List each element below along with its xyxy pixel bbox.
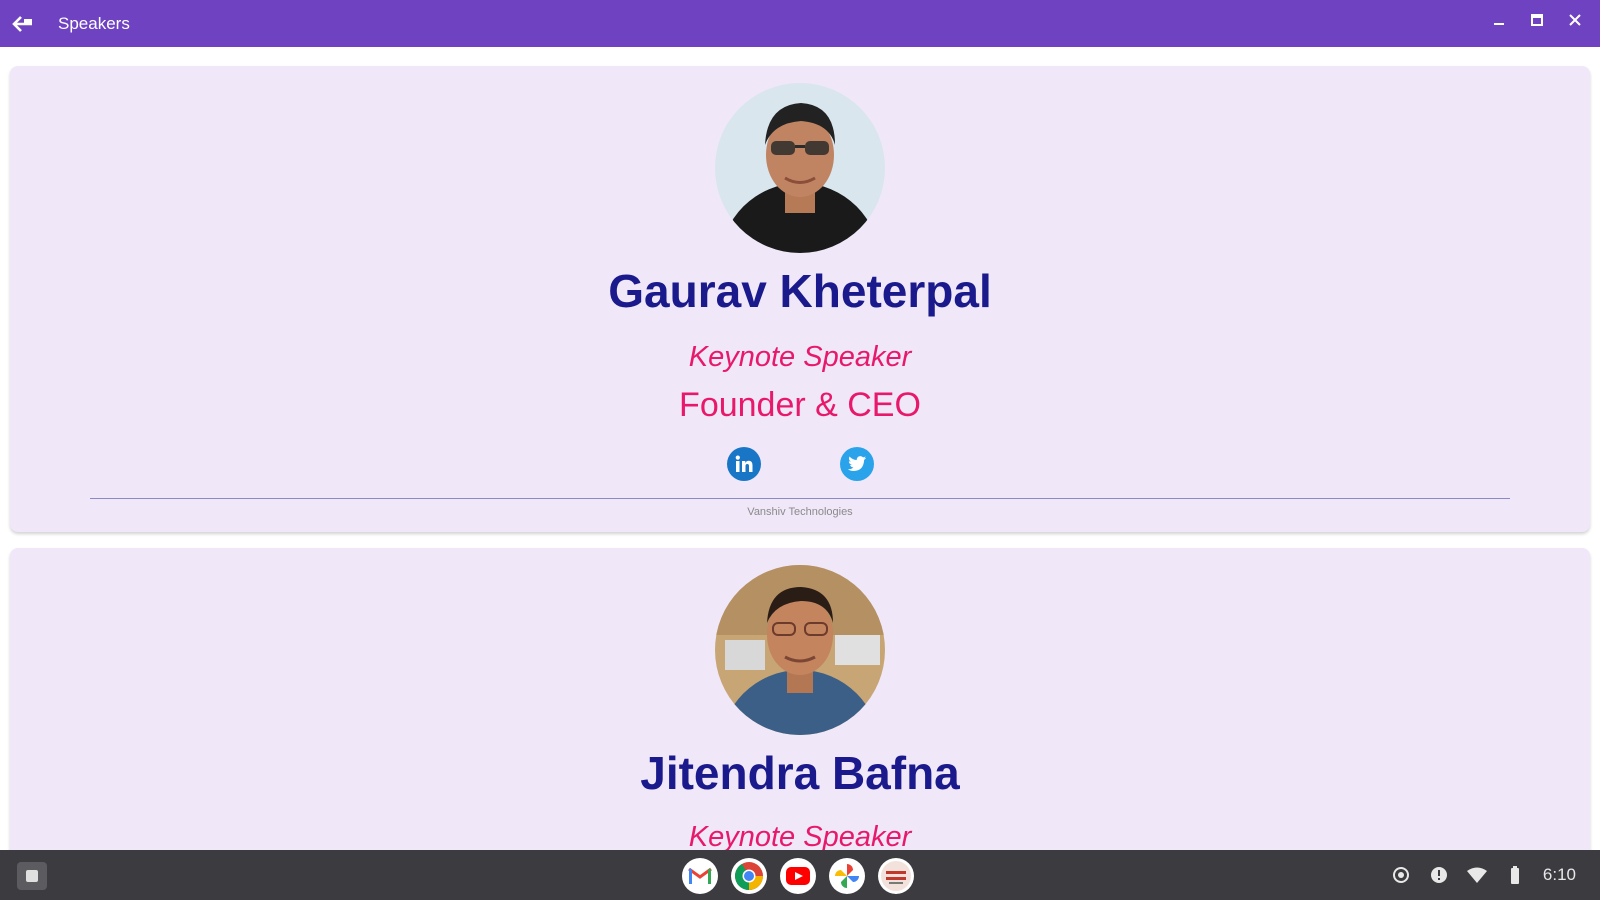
window-controls (1480, 0, 1594, 40)
speaker-role: Keynote Speaker (688, 341, 912, 373)
social-links (10, 447, 1590, 481)
launcher-button[interactable] (17, 862, 47, 890)
wifi-icon (1466, 867, 1487, 883)
linkedin-icon (735, 455, 753, 472)
maximize-icon (1531, 14, 1543, 26)
twitter-icon (847, 456, 867, 471)
speakers-app-icon (881, 861, 911, 891)
info-icon (1430, 867, 1447, 883)
back-button[interactable] (0, 0, 46, 47)
app-titlebar: Speakers (0, 0, 1600, 47)
battery-status[interactable] (1505, 865, 1525, 885)
window-title: Speakers (58, 13, 130, 33)
minimize-button[interactable] (1480, 2, 1518, 38)
twitter-button[interactable] (840, 447, 874, 481)
speaker-job-title: Founder & CEO (679, 386, 921, 424)
settings-status[interactable] (1391, 865, 1411, 885)
speakers-app[interactable] (878, 858, 914, 894)
pinned-apps (682, 858, 914, 894)
chrome-icon (735, 862, 763, 890)
maximize-button[interactable] (1518, 2, 1556, 38)
youtube-icon (786, 867, 810, 885)
speaker-avatar (715, 83, 885, 253)
speaker-card[interactable]: Gaurav Kheterpal Keynote Speaker Founder… (10, 66, 1590, 532)
photos-app[interactable] (829, 858, 865, 894)
speaker-avatar (715, 565, 885, 735)
launcher-icon (26, 870, 38, 882)
minimize-icon (1494, 23, 1504, 25)
notification-status[interactable] (1429, 865, 1449, 885)
card-divider (90, 498, 1510, 499)
speaker-card[interactable]: Jitendra Bafna Keynote Speaker (10, 548, 1590, 850)
speaker-name: Jitendra Bafna (640, 747, 960, 799)
system-shelf: 6:10 (0, 850, 1600, 900)
back-arrow-icon (12, 15, 32, 32)
clock[interactable]: 6:10 (1543, 865, 1576, 885)
gear-icon (1392, 867, 1409, 883)
photos-icon (835, 864, 859, 888)
gmail-icon (688, 867, 712, 884)
speaker-company: Vanshiv Technologies (747, 506, 853, 518)
wifi-status[interactable] (1466, 865, 1487, 885)
close-button[interactable] (1556, 2, 1594, 38)
linkedin-button[interactable] (727, 447, 761, 481)
close-icon (1569, 14, 1581, 26)
gmail-app[interactable] (682, 858, 718, 894)
chrome-app[interactable] (731, 858, 767, 894)
speakers-list[interactable]: Gaurav Kheterpal Keynote Speaker Founder… (0, 47, 1600, 850)
speaker-role: Keynote Speaker (688, 821, 912, 850)
system-tray[interactable]: 6:10 (1391, 850, 1576, 900)
speaker-name: Gaurav Kheterpal (608, 265, 992, 317)
youtube-app[interactable] (780, 858, 816, 894)
battery-icon (1510, 866, 1519, 884)
